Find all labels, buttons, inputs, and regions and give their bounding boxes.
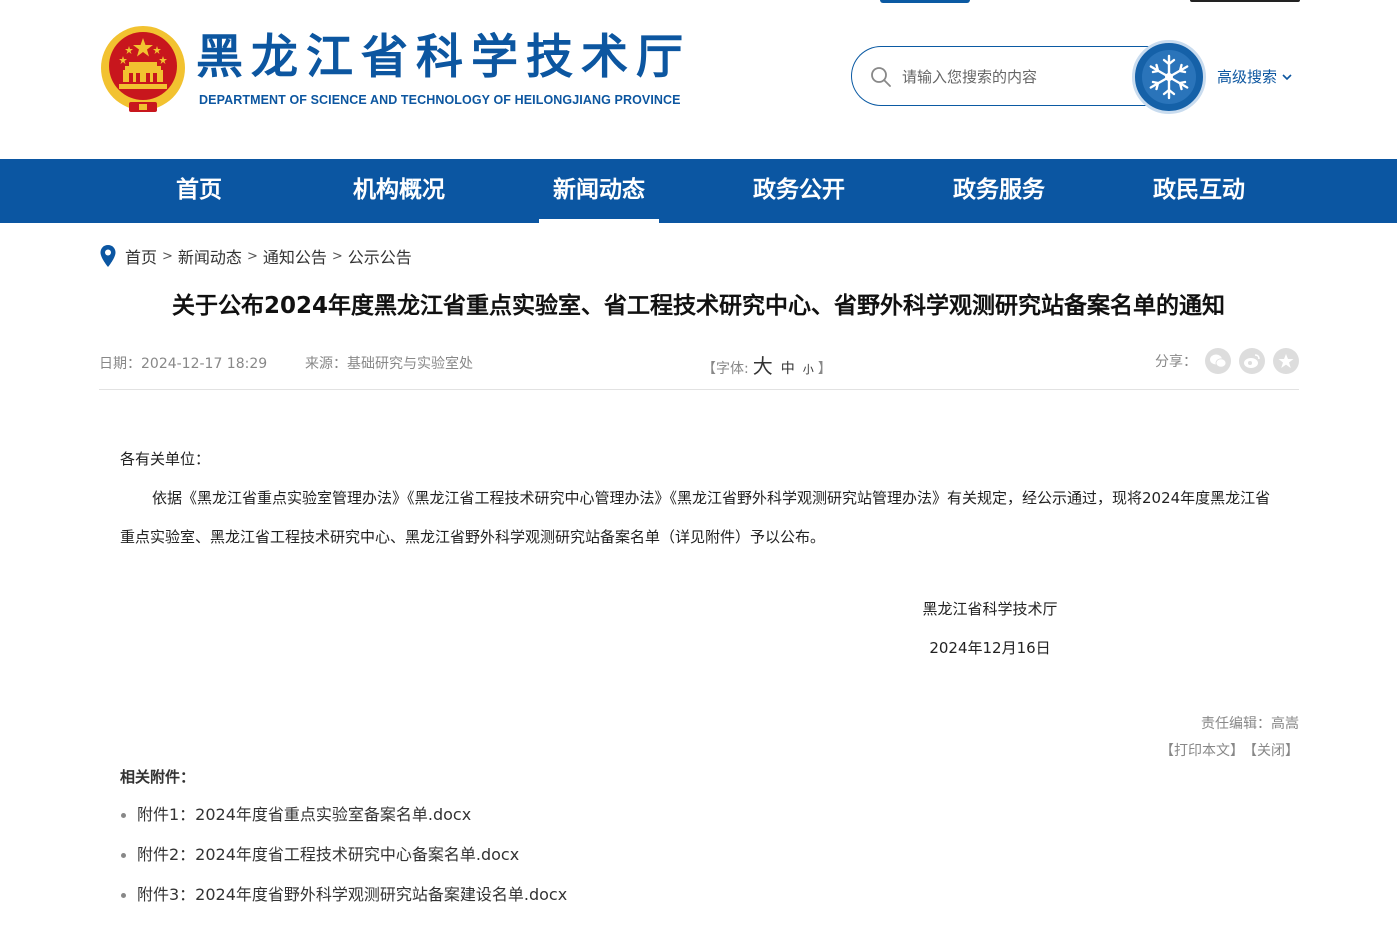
responsible-editor: 责任编辑：高嵩 [1201,716,1299,732]
national-emblem-icon[interactable] [99,24,187,116]
advanced-search-link[interactable]: 高级搜索 [1217,66,1293,87]
breadcrumb-announcements[interactable]: 公示公告 [348,244,412,268]
font-size-switcher: 【字体: 大 中 小 】 [702,350,832,379]
snowflake-icon [1142,50,1196,104]
article-body: 各有关单位： 依据《黑龙江省重点实验室管理办法》《黑龙江省工程技术研究中心管理办… [120,440,1280,557]
search-button[interactable] [1132,40,1206,114]
nav-item-interaction[interactable]: 政民互动 [1139,159,1259,223]
share-label: 分享： [1155,354,1197,370]
advanced-search-label: 高级搜索 [1217,68,1278,86]
top-accent-bar-dark [1190,0,1300,2]
breadcrumb-news[interactable]: 新闻动态 [178,244,242,268]
nav-item-gov-affairs[interactable]: 政务公开 [739,159,859,223]
article-signature-block: 黑龙江省科学技术厅 2024年12月16日 [900,590,1080,668]
article-meta: 日期：2024-12-17 18:29 来源：基础研究与实验室处 【字体: 大 … [99,348,1299,378]
search-input[interactable] [902,61,1122,93]
search-icon [871,67,891,87]
location-pin-icon [100,245,116,267]
close-button[interactable]: 【关闭】 [1250,743,1299,759]
favorite-icon[interactable] [1273,348,1299,374]
meta-divider [99,389,1299,390]
article-signature: 黑龙江省科学技术厅 [922,600,1058,618]
nav-item-about[interactable]: 机构概况 [339,159,459,223]
search-box [851,46,1151,106]
site-title[interactable]: 黑龙江省科学技术厅 [196,28,691,88]
breadcrumb-notices[interactable]: 通知公告 [263,244,327,268]
weibo-icon[interactable] [1239,348,1265,374]
attachment-list: 附件1：2024年度省重点实验室备案名单.docx 附件2：2024年度省工程技… [120,800,567,920]
attachment-item: 附件2：2024年度省工程技术研究中心备案名单.docx [120,840,567,880]
breadcrumb: 首页 > 新闻动态 > 通知公告 > 公示公告 [99,243,412,269]
font-size-label: 【字体: [702,361,749,377]
attachment-link-2[interactable]: 附件2：2024年度省工程技术研究中心备案名单.docx [137,845,519,864]
wechat-icon[interactable] [1205,348,1231,374]
article-title: 关于公布2024年度黑龙江省重点实验室、省工程技术研究中心、省野外科学观测研究站… [171,293,1225,319]
article-sign-date: 2024年12月16日 [929,639,1051,657]
attachment-link-1[interactable]: 附件1：2024年度省重点实验室备案名单.docx [137,805,471,824]
nav-item-gov-services[interactable]: 政务服务 [939,159,1059,223]
font-size-large[interactable]: 大 [753,350,773,379]
article-source: 来源：基础研究与实验室处 [305,356,473,372]
article-tools: 【打印本文】 【关闭】 [1154,740,1299,760]
breadcrumb-separator: > [162,248,173,264]
share-bar: 分享： [1155,348,1299,374]
attachment-link-3[interactable]: 附件3：2024年度省野外科学观测研究站备案建设名单.docx [137,885,567,904]
attachment-item: 附件3：2024年度省野外科学观测研究站备案建设名单.docx [120,880,567,920]
font-size-bracket: 】 [817,361,832,377]
nav-item-news[interactable]: 新闻动态 [539,159,659,223]
print-button[interactable]: 【打印本文】 [1160,743,1244,759]
top-accent-bar [880,0,970,3]
font-size-medium[interactable]: 中 [781,358,795,378]
article-salutation: 各有关单位： [120,450,211,468]
font-size-small[interactable]: 小 [803,361,814,377]
site-subtitle: DEPARTMENT OF SCIENCE AND TECHNOLOGY OF … [199,93,681,107]
article-paragraph: 依据《黑龙江省重点实验室管理办法》《黑龙江省工程技术研究中心管理办法》《黑龙江省… [120,489,1271,546]
attachment-item: 附件1：2024年度省重点实验室备案名单.docx [120,800,567,840]
publish-date: 日期：2024-12-17 18:29 [99,356,268,372]
nav-item-home[interactable]: 首页 [139,159,259,223]
breadcrumb-separator: > [246,248,258,264]
breadcrumb-separator: > [331,248,343,264]
site-header: 黑龙江省科学技术厅 DEPARTMENT OF SCIENCE AND TECH… [0,0,1397,159]
breadcrumb-home[interactable]: 首页 [125,244,157,268]
main-nav: 首页 机构概况 新闻动态 政务公开 政务服务 政民互动 [0,159,1397,223]
chevron-down-icon [1282,74,1292,81]
attachments-title: 相关附件： [120,768,196,786]
